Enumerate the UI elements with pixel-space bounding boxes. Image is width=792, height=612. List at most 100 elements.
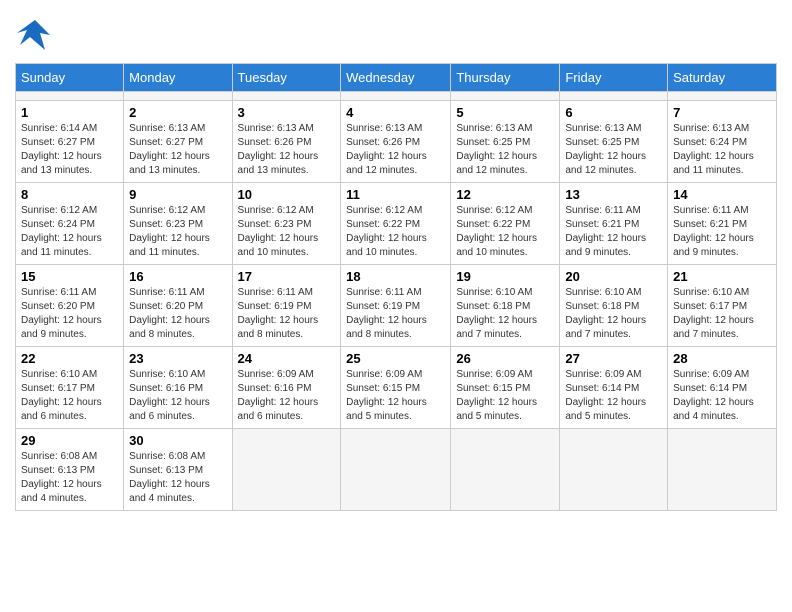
day-number: 7: [673, 105, 771, 120]
day-of-week-header: Saturday: [668, 64, 777, 92]
day-number: 18: [346, 269, 445, 284]
day-info: Sunrise: 6:10 AMSunset: 6:18 PMDaylight:…: [565, 286, 662, 342]
calendar-week-row: 22 Sunrise: 6:10 AMSunset: 6:17 PMDayligh…: [16, 347, 777, 429]
day-number: 6: [565, 105, 662, 120]
calendar-cell: 9 Sunrise: 6:12 AMSunset: 6:23 PMDaylight…: [124, 183, 232, 265]
calendar-cell: 30 Sunrise: 6:08 AMSunset: 6:13 PMDayligh…: [124, 429, 232, 511]
calendar-cell: 11 Sunrise: 6:12 AMSunset: 6:22 PMDayligh…: [341, 183, 451, 265]
day-info: Sunrise: 6:11 AMSunset: 6:19 PMDaylight:…: [238, 286, 336, 342]
day-info: Sunrise: 6:12 AMSunset: 6:23 PMDaylight:…: [129, 204, 226, 260]
calendar-cell: 1 Sunrise: 6:14 AMSunset: 6:27 PMDaylight…: [16, 101, 124, 183]
calendar-cell: [451, 429, 560, 511]
day-info: Sunrise: 6:12 AMSunset: 6:22 PMDaylight:…: [346, 204, 445, 260]
day-number: 24: [238, 351, 336, 366]
day-number: 28: [673, 351, 771, 366]
day-of-week-header: Monday: [124, 64, 232, 92]
calendar-cell: 5 Sunrise: 6:13 AMSunset: 6:25 PMDaylight…: [451, 101, 560, 183]
day-info: Sunrise: 6:10 AMSunset: 6:17 PMDaylight:…: [21, 368, 118, 424]
day-info: Sunrise: 6:11 AMSunset: 6:21 PMDaylight:…: [565, 204, 662, 260]
day-info: Sunrise: 6:13 AMSunset: 6:26 PMDaylight:…: [238, 122, 336, 178]
calendar-cell: [560, 429, 668, 511]
page-header: [15, 15, 777, 55]
day-info: Sunrise: 6:10 AMSunset: 6:16 PMDaylight:…: [129, 368, 226, 424]
calendar-cell: 13 Sunrise: 6:11 AMSunset: 6:21 PMDayligh…: [560, 183, 668, 265]
day-number: 12: [456, 187, 554, 202]
day-info: Sunrise: 6:14 AMSunset: 6:27 PMDaylight:…: [21, 122, 118, 178]
day-number: 5: [456, 105, 554, 120]
day-number: 1: [21, 105, 118, 120]
day-info: Sunrise: 6:13 AMSunset: 6:27 PMDaylight:…: [129, 122, 226, 178]
day-number: 17: [238, 269, 336, 284]
calendar-week-row: 1 Sunrise: 6:14 AMSunset: 6:27 PMDaylight…: [16, 101, 777, 183]
calendar-cell: 8 Sunrise: 6:12 AMSunset: 6:24 PMDaylight…: [16, 183, 124, 265]
day-number: 26: [456, 351, 554, 366]
day-number: 4: [346, 105, 445, 120]
day-number: 8: [21, 187, 118, 202]
day-number: 30: [129, 433, 226, 448]
calendar-table: SundayMondayTuesdayWednesdayThursdayFrid…: [15, 63, 777, 511]
day-number: 29: [21, 433, 118, 448]
calendar-cell: 10 Sunrise: 6:12 AMSunset: 6:23 PMDayligh…: [232, 183, 341, 265]
day-number: 15: [21, 269, 118, 284]
day-info: Sunrise: 6:10 AMSunset: 6:18 PMDaylight:…: [456, 286, 554, 342]
day-number: 22: [21, 351, 118, 366]
calendar-header-row: SundayMondayTuesdayWednesdayThursdayFrid…: [16, 64, 777, 92]
calendar-week-row: 29 Sunrise: 6:08 AMSunset: 6:13 PMDayligh…: [16, 429, 777, 511]
calendar-cell: [124, 92, 232, 101]
day-of-week-header: Sunday: [16, 64, 124, 92]
day-info: Sunrise: 6:09 AMSunset: 6:15 PMDaylight:…: [346, 368, 445, 424]
day-of-week-header: Thursday: [451, 64, 560, 92]
calendar-cell: [232, 92, 341, 101]
day-of-week-header: Tuesday: [232, 64, 341, 92]
day-info: Sunrise: 6:13 AMSunset: 6:25 PMDaylight:…: [456, 122, 554, 178]
day-number: 10: [238, 187, 336, 202]
day-info: Sunrise: 6:08 AMSunset: 6:13 PMDaylight:…: [129, 450, 226, 506]
calendar-cell: 3 Sunrise: 6:13 AMSunset: 6:26 PMDaylight…: [232, 101, 341, 183]
calendar-cell: 20 Sunrise: 6:10 AMSunset: 6:18 PMDayligh…: [560, 265, 668, 347]
day-number: 21: [673, 269, 771, 284]
day-number: 27: [565, 351, 662, 366]
calendar-cell: 19 Sunrise: 6:10 AMSunset: 6:18 PMDayligh…: [451, 265, 560, 347]
day-of-week-header: Wednesday: [341, 64, 451, 92]
day-info: Sunrise: 6:12 AMSunset: 6:23 PMDaylight:…: [238, 204, 336, 260]
calendar-cell: [341, 429, 451, 511]
day-number: 20: [565, 269, 662, 284]
day-info: Sunrise: 6:10 AMSunset: 6:17 PMDaylight:…: [673, 286, 771, 342]
day-info: Sunrise: 6:13 AMSunset: 6:24 PMDaylight:…: [673, 122, 771, 178]
calendar-cell: [232, 429, 341, 511]
calendar-cell: [668, 429, 777, 511]
calendar-cell: [451, 92, 560, 101]
calendar-week-row: [16, 92, 777, 101]
day-info: Sunrise: 6:08 AMSunset: 6:13 PMDaylight:…: [21, 450, 118, 506]
day-number: 19: [456, 269, 554, 284]
day-number: 2: [129, 105, 226, 120]
calendar-cell: 21 Sunrise: 6:10 AMSunset: 6:17 PMDayligh…: [668, 265, 777, 347]
calendar-cell: 29 Sunrise: 6:08 AMSunset: 6:13 PMDayligh…: [16, 429, 124, 511]
calendar-cell: 14Sunrise: 6:11 AMSunset: 6:21 PMDayligh…: [668, 183, 777, 265]
day-number: 9: [129, 187, 226, 202]
calendar-cell: 24 Sunrise: 6:09 AMSunset: 6:16 PMDayligh…: [232, 347, 341, 429]
day-number: 3: [238, 105, 336, 120]
calendar-week-row: 15Sunrise: 6:11 AMSunset: 6:20 PMDayligh…: [16, 265, 777, 347]
calendar-cell: 7 Sunrise: 6:13 AMSunset: 6:24 PMDaylight…: [668, 101, 777, 183]
calendar-cell: 16Sunrise: 6:11 AMSunset: 6:20 PMDayligh…: [124, 265, 232, 347]
calendar-cell: 27Sunrise: 6:09 AMSunset: 6:14 PMDayligh…: [560, 347, 668, 429]
day-number: 16: [129, 269, 226, 284]
calendar-cell: 28Sunrise: 6:09 AMSunset: 6:14 PMDayligh…: [668, 347, 777, 429]
day-info: Sunrise: 6:12 AMSunset: 6:22 PMDaylight:…: [456, 204, 554, 260]
day-number: 11: [346, 187, 445, 202]
calendar-cell: 6Sunrise: 6:13 AMSunset: 6:25 PMDaylight…: [560, 101, 668, 183]
day-of-week-header: Friday: [560, 64, 668, 92]
calendar-cell: [668, 92, 777, 101]
calendar-cell: 23Sunrise: 6:10 AMSunset: 6:16 PMDayligh…: [124, 347, 232, 429]
day-info: Sunrise: 6:12 AMSunset: 6:24 PMDaylight:…: [21, 204, 118, 260]
calendar-cell: 2 Sunrise: 6:13 AMSunset: 6:27 PMDaylight…: [124, 101, 232, 183]
calendar-cell: [341, 92, 451, 101]
calendar-week-row: 8 Sunrise: 6:12 AMSunset: 6:24 PMDaylight…: [16, 183, 777, 265]
day-number: 14: [673, 187, 771, 202]
day-number: 25: [346, 351, 445, 366]
logo-bird-icon: [15, 15, 55, 55]
day-number: 13: [565, 187, 662, 202]
logo: [15, 15, 59, 55]
day-info: Sunrise: 6:09 AMSunset: 6:16 PMDaylight:…: [238, 368, 336, 424]
